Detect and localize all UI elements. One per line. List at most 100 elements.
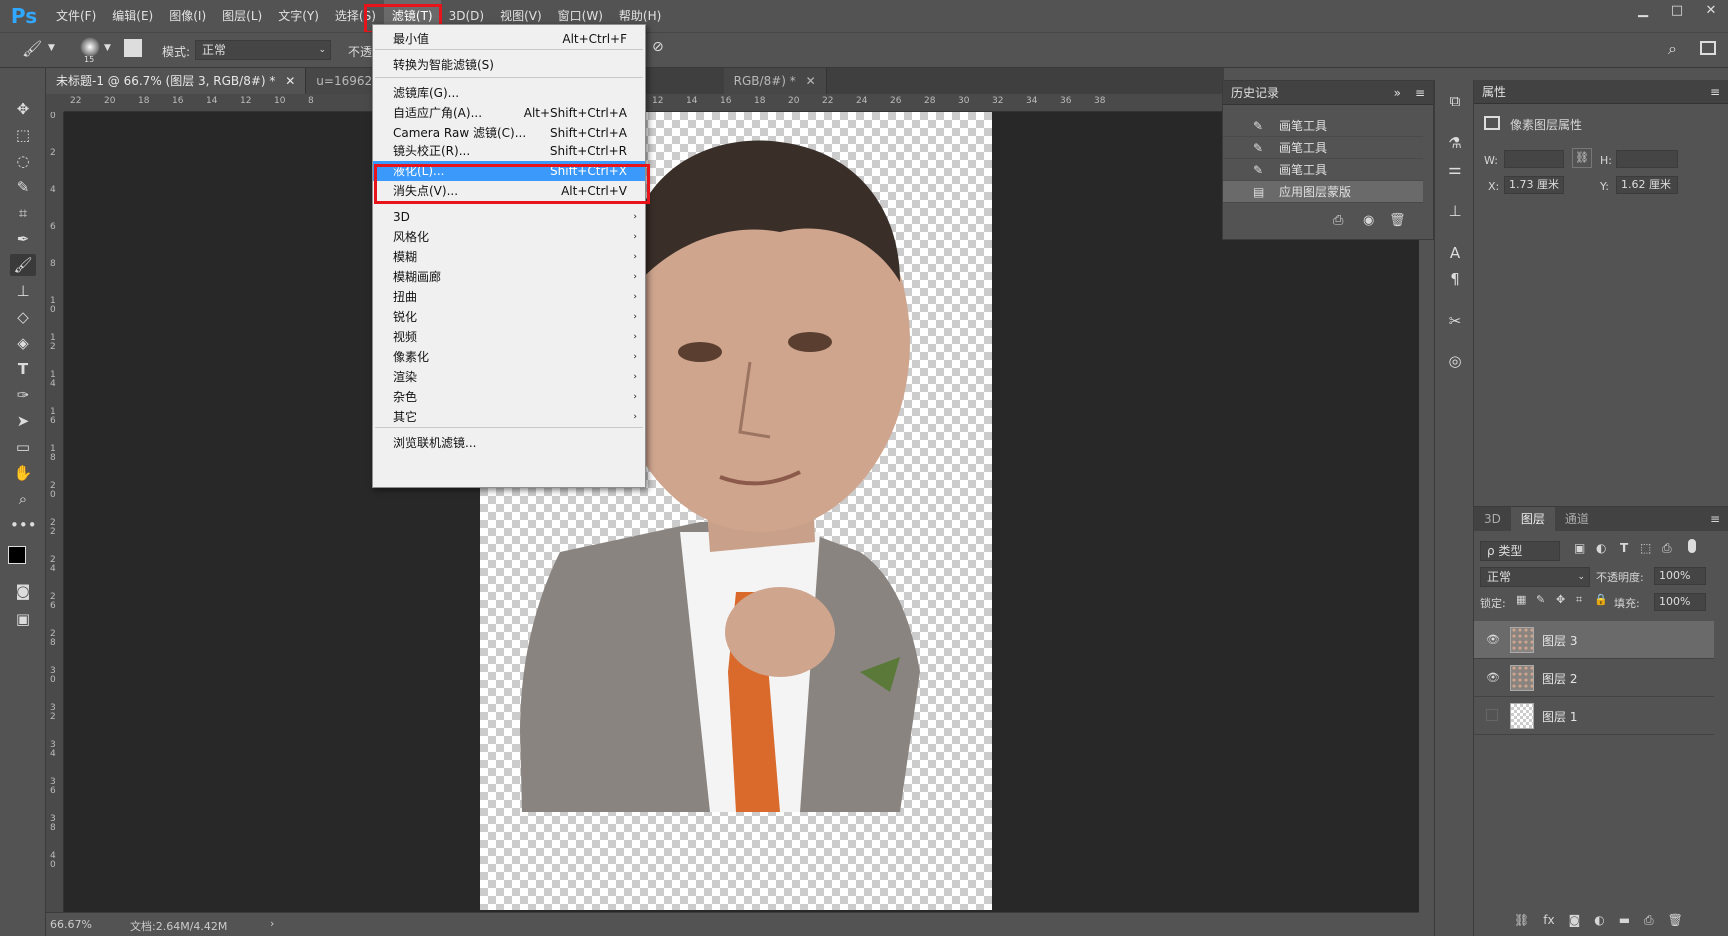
eraser-tool-icon[interactable]: ◇: [10, 306, 36, 328]
stamp-icon[interactable]: ⊥: [1443, 200, 1467, 222]
crop-tool-icon[interactable]: ⌗: [10, 202, 36, 224]
marquee-tool-icon[interactable]: ⬚: [10, 124, 36, 146]
lasso-tool-icon[interactable]: ◌: [10, 150, 36, 172]
path-select-tool-icon[interactable]: ➤: [10, 410, 36, 432]
trash-icon[interactable]: 🗑: [1389, 213, 1406, 228]
panel-menu-icon[interactable]: ≡: [1415, 86, 1425, 100]
panel-menu-icon[interactable]: ≡: [1710, 85, 1720, 99]
visibility-eye-icon[interactable]: 👁: [1486, 633, 1500, 646]
zoom-tool-icon[interactable]: ⌕: [10, 488, 36, 510]
link-icon[interactable]: ⛓: [1572, 148, 1592, 168]
history-item[interactable]: ✎ 画笔工具: [1223, 159, 1423, 181]
lock-position-icon[interactable]: ✥: [1556, 593, 1565, 606]
add-mask-icon[interactable]: ◙: [1569, 913, 1581, 928]
filter-menu-item[interactable]: 3D ›: [373, 207, 645, 227]
filter-menu-item[interactable]: 模糊画廊 ›: [373, 267, 645, 287]
close-icon[interactable]: ✕: [285, 74, 295, 88]
filter-adjust-icon[interactable]: ◐: [1596, 541, 1606, 555]
filter-menu-item[interactable]: 渲染 ›: [373, 367, 645, 387]
mode-select[interactable]: 正常 ⌄: [195, 40, 331, 60]
filter-shape-icon[interactable]: ⬚: [1640, 541, 1651, 555]
tab-channels[interactable]: 通道: [1555, 507, 1599, 531]
foreground-color-swatch[interactable]: [8, 546, 26, 564]
opacity-input[interactable]: 100%: [1654, 567, 1706, 585]
brush-tool-icon[interactable]: 🖌: [10, 254, 36, 276]
filter-smart-icon[interactable]: ⎙: [1662, 541, 1672, 556]
height-input[interactable]: [1616, 150, 1678, 168]
history-item[interactable]: ▤ 应用图层蒙版: [1223, 181, 1423, 203]
panel-menu-icon[interactable]: ≡: [1710, 507, 1728, 531]
filter-menu-item[interactable]: 视频 ›: [373, 327, 645, 347]
brush-preset-picker[interactable]: [80, 37, 100, 57]
fill-input[interactable]: 100%: [1654, 593, 1706, 611]
tools-icon[interactable]: ✂: [1443, 310, 1467, 332]
filter-menu-item[interactable]: Camera Raw 滤镜(C)... Shift+Ctrl+A: [373, 123, 645, 143]
filter-menu-item[interactable]: 转换为智能滤镜(S): [373, 55, 645, 75]
close-button[interactable]: ✕: [1694, 0, 1728, 24]
quick-select-tool-icon[interactable]: ✎: [10, 176, 36, 198]
menu-layer[interactable]: 图层(L): [214, 0, 270, 32]
creative-cloud-icon[interactable]: ◎: [1443, 350, 1467, 372]
status-arrow-icon[interactable]: ›: [270, 917, 274, 930]
tab-document-1[interactable]: 未标题-1 @ 66.7% (图层 3, RGB/8#) * ✕: [46, 68, 307, 94]
filter-menu-item[interactable]: 模糊 ›: [373, 247, 645, 267]
lock-all-icon[interactable]: 🔒: [1594, 593, 1608, 606]
link-layers-icon[interactable]: ⛓: [1514, 913, 1529, 928]
new-document-icon[interactable]: ⎙: [1333, 213, 1343, 228]
sliders-icon[interactable]: ⚌: [1443, 158, 1467, 180]
filter-menu-item[interactable]: 风格化 ›: [373, 227, 645, 247]
restore-button[interactable]: □: [1660, 0, 1694, 24]
history-panel-icon[interactable]: ⧉: [1443, 90, 1467, 112]
snapshot-icon[interactable]: ◉: [1363, 213, 1374, 228]
eyedropper-tool-icon[interactable]: ✒: [10, 228, 36, 250]
rectangle-tool-icon[interactable]: ▭: [10, 436, 36, 458]
x-input[interactable]: 1.73 厘米: [1504, 176, 1564, 194]
type-tool-icon[interactable]: T: [10, 358, 36, 380]
lock-artboard-icon[interactable]: ⌗: [1576, 593, 1582, 607]
width-input[interactable]: [1504, 150, 1564, 168]
filter-menu-item[interactable]: 扭曲 ›: [373, 287, 645, 307]
visibility-eye-icon[interactable]: [1486, 709, 1498, 721]
filter-menu-item[interactable]: 滤镜库(G)...: [373, 83, 645, 103]
brush-panel-icon[interactable]: [124, 39, 142, 57]
filter-pixel-icon[interactable]: ▣: [1574, 541, 1585, 555]
minimize-button[interactable]: ▁: [1626, 0, 1660, 24]
adjust-icon[interactable]: ⚗: [1443, 132, 1467, 154]
filter-menu-item[interactable]: 浏览联机滤镜...: [373, 433, 645, 453]
hand-tool-icon[interactable]: ✋: [10, 462, 36, 484]
layer-row[interactable]: 👁 图层 2: [1474, 659, 1714, 697]
lock-pixels-icon[interactable]: ✎: [1536, 593, 1545, 606]
quick-mask-icon[interactable]: ◙: [10, 580, 36, 602]
menu-type[interactable]: 文字(Y): [270, 0, 327, 32]
visibility-eye-icon[interactable]: 👁: [1486, 671, 1500, 684]
filter-menu-item[interactable]: 自适应广角(A)... Alt+Shift+Ctrl+A: [373, 103, 645, 123]
stamp-tool-icon[interactable]: ⊥: [10, 280, 36, 302]
close-icon[interactable]: ✕: [806, 74, 816, 88]
filter-menu-item[interactable]: 杂色 ›: [373, 387, 645, 407]
layer-row[interactable]: 👁 图层 3: [1474, 621, 1714, 659]
canvas-area[interactable]: [64, 112, 1419, 912]
gradient-tool-icon[interactable]: ◈: [10, 332, 36, 354]
search-icon[interactable]: ⌕: [1668, 39, 1677, 59]
move-tool-icon[interactable]: ✥: [10, 98, 36, 120]
tab-3d[interactable]: 3D: [1474, 507, 1511, 531]
filter-menu-item[interactable]: 像素化 ›: [373, 347, 645, 367]
fx-icon[interactable]: fx: [1543, 913, 1554, 928]
group-folder-icon[interactable]: ▬: [1619, 913, 1630, 928]
zoom-level[interactable]: 66.67%: [50, 918, 92, 931]
menu-edit[interactable]: 编辑(E): [104, 0, 161, 32]
layer-row[interactable]: 图层 1: [1474, 697, 1714, 735]
pen-tool-icon[interactable]: ✑: [10, 384, 36, 406]
trash-icon[interactable]: 🗑: [1668, 913, 1683, 928]
chevron-down-icon[interactable]: ▼: [48, 43, 55, 53]
tab-document-3[interactable]: RGB/8#) * ✕: [723, 68, 827, 94]
filter-menu-item[interactable]: 镜头校正(R)... Shift+Ctrl+R: [373, 141, 645, 161]
screen-mode-icon[interactable]: ▣: [10, 608, 36, 630]
brush-tool-icon[interactable]: 🖌: [22, 39, 42, 58]
new-layer-icon[interactable]: ⎙: [1644, 913, 1654, 928]
filter-menu-item[interactable]: 锐化 ›: [373, 307, 645, 327]
tab-layers[interactable]: 图层: [1510, 507, 1555, 531]
history-item[interactable]: ✎ 画笔工具: [1223, 137, 1423, 159]
menu-file[interactable]: 文件(F): [48, 0, 104, 32]
filter-menu-item[interactable]: 最小值 Alt+Ctrl+F: [373, 29, 645, 49]
